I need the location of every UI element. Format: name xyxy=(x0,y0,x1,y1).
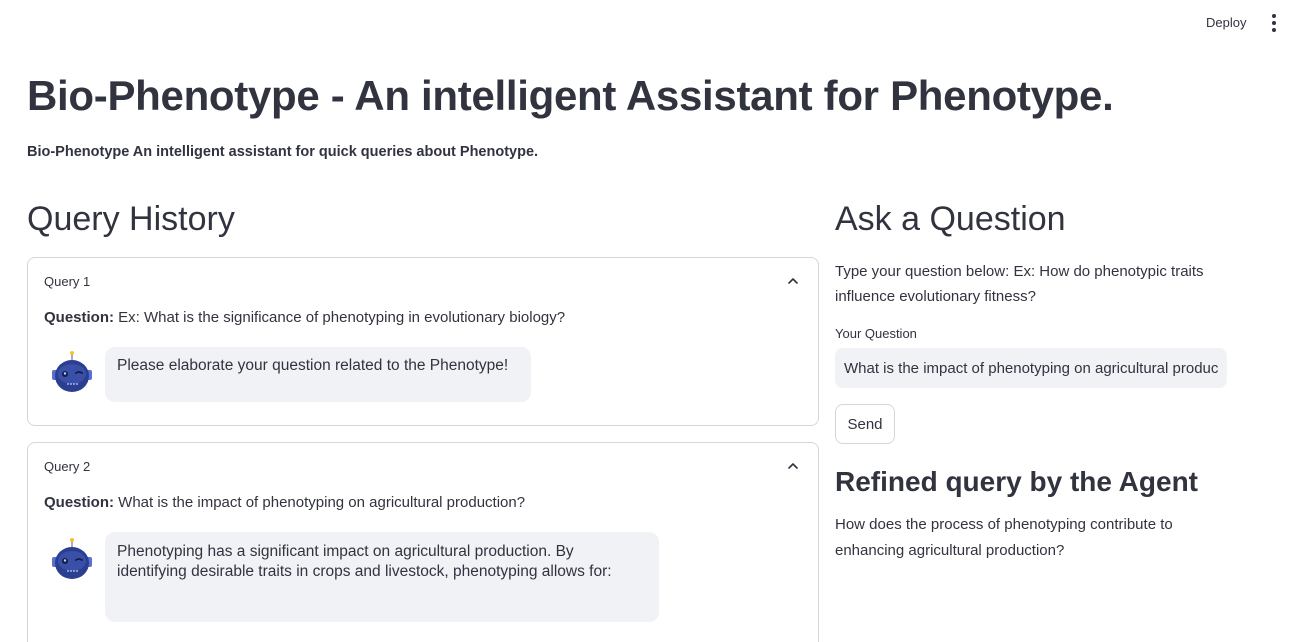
query-question: Question: Ex: What is the significance o… xyxy=(44,309,565,326)
question-prefix: Question: xyxy=(44,309,114,326)
ask-question-heading: Ask a Question xyxy=(835,200,1066,238)
page-subtitle: Bio-Phenotype An intelligent assistant f… xyxy=(27,144,539,160)
query-expander[interactable]: Query 2 Question: What is the impact of … xyxy=(27,442,819,642)
query-question: Question: What is the impact of phenotyp… xyxy=(44,494,525,511)
question-text: Ex: What is the significance of phenotyp… xyxy=(114,309,566,326)
robot-avatar-icon xyxy=(52,538,92,579)
query-expander[interactable]: Query 1 Question: Ex: What is the signif… xyxy=(27,257,819,426)
ask-question-column: Ask a Question Type your question below:… xyxy=(835,196,1227,564)
question-input-label: Your Question xyxy=(835,326,917,341)
query-expander-label[interactable]: Query 2 xyxy=(44,459,90,474)
more-vertical-icon[interactable] xyxy=(1264,13,1284,33)
query-history-heading: Query History xyxy=(27,200,235,238)
query-expander-label[interactable]: Query 1 xyxy=(44,274,90,289)
assistant-message: Please elaborate your question related t… xyxy=(105,347,531,402)
robot-avatar-icon xyxy=(52,351,92,392)
chevron-up-icon[interactable] xyxy=(786,459,800,473)
assistant-message: Phenotyping has a significant impact on … xyxy=(105,532,659,622)
deploy-button[interactable]: Deploy xyxy=(1196,13,1256,32)
question-prefix: Question: xyxy=(44,494,114,511)
refined-query-heading: Refined query by the Agent xyxy=(835,466,1199,497)
query-history-column: Query History Query 1 Question: Ex: What… xyxy=(27,196,819,642)
ask-instructions: Type your question below: Ex: How do phe… xyxy=(835,263,1204,305)
refined-query-text: How does the process of phenotyping cont… xyxy=(835,516,1173,559)
send-button[interactable]: Send xyxy=(835,404,895,444)
chevron-up-icon[interactable] xyxy=(786,274,800,288)
question-text: What is the impact of phenotyping on agr… xyxy=(114,494,526,511)
page-title: Bio-Phenotype - An intelligent Assistant… xyxy=(27,72,1114,119)
question-input[interactable] xyxy=(835,348,1227,388)
top-bar: Deploy xyxy=(0,0,1303,46)
